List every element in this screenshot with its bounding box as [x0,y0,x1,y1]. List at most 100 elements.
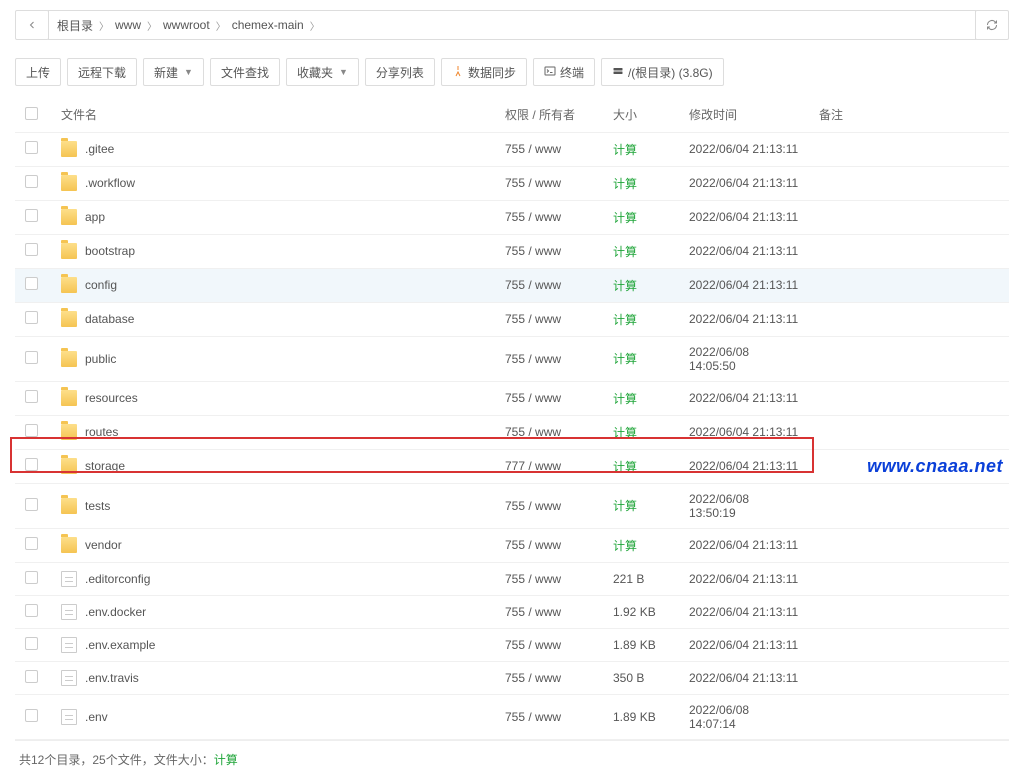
file-name[interactable]: .editorconfig [85,572,150,586]
remote-download-button[interactable]: 远程下载 [67,58,137,86]
size-calc-link[interactable]: 计算 [613,279,637,293]
col-perm[interactable]: 权限 / 所有者 [495,98,603,132]
note-cell[interactable] [809,528,1009,562]
row-checkbox[interactable] [25,209,38,222]
file-name[interactable]: .env.docker [85,605,146,619]
row-checkbox[interactable] [25,670,38,683]
row-checkbox[interactable] [25,604,38,617]
size-calc-link[interactable]: 计算 [613,211,637,225]
terminal-button[interactable]: 终端 [533,58,595,86]
perm-cell[interactable]: 755 / www [495,694,603,739]
row-checkbox[interactable] [25,243,38,256]
perm-cell[interactable]: 755 / www [495,336,603,381]
size-calc-link[interactable]: 计算 [613,313,637,327]
file-search-button[interactable]: 文件查找 [210,58,280,86]
file-name[interactable]: database [85,312,134,326]
breadcrumb-item[interactable]: 根目录 [57,17,93,34]
size-calc-link[interactable]: 计算 [613,352,637,366]
perm-cell[interactable]: 755 / www [495,200,603,234]
perm-cell[interactable]: 755 / www [495,661,603,694]
file-name[interactable]: routes [85,425,118,439]
perm-cell[interactable]: 755 / www [495,234,603,268]
note-cell[interactable] [809,166,1009,200]
file-name[interactable]: .env [85,710,108,724]
note-cell[interactable] [809,694,1009,739]
perm-cell[interactable]: 777 / www [495,449,603,483]
note-cell[interactable] [809,381,1009,415]
perm-cell[interactable]: 755 / www [495,595,603,628]
col-mtime[interactable]: 修改时间 [679,98,809,132]
table-row[interactable]: app755 / www计算2022/06/04 21:13:11 [15,200,1009,234]
row-checkbox[interactable] [25,141,38,154]
perm-cell[interactable]: 755 / www [495,381,603,415]
file-name[interactable]: config [85,278,117,292]
table-row[interactable]: resources755 / www计算2022/06/04 21:13:11 [15,381,1009,415]
col-name[interactable]: 文件名 [51,98,495,132]
breadcrumb-item[interactable]: wwwroot [163,18,210,32]
footer-calc-link[interactable]: 计算 [214,753,238,767]
table-row[interactable]: public755 / www计算2022/06/08 14:05:50 [15,336,1009,381]
file-name[interactable]: resources [85,391,138,405]
table-row[interactable]: .env.travis755 / www350 B2022/06/04 21:1… [15,661,1009,694]
new-button[interactable]: 新建▼ [143,58,204,86]
file-name[interactable]: .env.travis [85,671,139,685]
breadcrumb-path[interactable]: 根目录〉www〉wwwroot〉chemex-main〉 [48,10,976,40]
upload-button[interactable]: 上传 [15,58,61,86]
note-cell[interactable] [809,234,1009,268]
row-checkbox[interactable] [25,424,38,437]
row-checkbox[interactable] [25,498,38,511]
note-cell[interactable] [809,661,1009,694]
note-cell[interactable] [809,415,1009,449]
table-row[interactable]: .env755 / www1.89 KB2022/06/08 14:07:14 [15,694,1009,739]
col-note[interactable]: 备注 [809,98,1009,132]
size-calc-link[interactable]: 计算 [613,143,637,157]
disk-button[interactable]: /(根目录) (3.8G) [601,58,724,86]
row-checkbox[interactable] [25,458,38,471]
table-row[interactable]: vendor755 / www计算2022/06/04 21:13:11 [15,528,1009,562]
size-calc-link[interactable]: 计算 [613,392,637,406]
breadcrumb-item[interactable]: www [115,18,141,32]
perm-cell[interactable]: 755 / www [495,562,603,595]
perm-cell[interactable]: 755 / www [495,268,603,302]
file-name[interactable]: bootstrap [85,244,135,258]
note-cell[interactable] [809,302,1009,336]
breadcrumb-item[interactable]: chemex-main [232,18,304,32]
note-cell[interactable] [809,562,1009,595]
size-calc-link[interactable]: 计算 [613,499,637,513]
table-row[interactable]: .env.example755 / www1.89 KB2022/06/04 2… [15,628,1009,661]
perm-cell[interactable]: 755 / www [495,132,603,166]
row-checkbox[interactable] [25,709,38,722]
table-row[interactable]: database755 / www计算2022/06/04 21:13:11 [15,302,1009,336]
table-row[interactable]: config755 / www计算2022/06/04 21:13:11 [15,268,1009,302]
col-size[interactable]: 大小 [603,98,679,132]
file-name[interactable]: public [85,352,116,366]
select-all-checkbox[interactable] [25,107,38,120]
note-cell[interactable] [809,483,1009,528]
perm-cell[interactable]: 755 / www [495,628,603,661]
refresh-button[interactable] [975,10,1009,40]
size-calc-link[interactable]: 计算 [613,177,637,191]
row-checkbox[interactable] [25,175,38,188]
data-sync-button[interactable]: 数据同步 [441,58,527,86]
share-list-button[interactable]: 分享列表 [365,58,435,86]
note-cell[interactable] [809,628,1009,661]
size-calc-link[interactable]: 计算 [613,426,637,440]
table-row[interactable]: .workflow755 / www计算2022/06/04 21:13:11 [15,166,1009,200]
table-row[interactable]: bootstrap755 / www计算2022/06/04 21:13:11 [15,234,1009,268]
row-checkbox[interactable] [25,537,38,550]
table-row[interactable]: storage777 / www计算2022/06/04 21:13:11 [15,449,1009,483]
perm-cell[interactable]: 755 / www [495,483,603,528]
row-checkbox[interactable] [25,351,38,364]
row-checkbox[interactable] [25,637,38,650]
perm-cell[interactable]: 755 / www [495,528,603,562]
file-name[interactable]: tests [85,499,110,513]
file-name[interactable]: .gitee [85,142,114,156]
perm-cell[interactable]: 755 / www [495,166,603,200]
table-row[interactable]: .editorconfig755 / www221 B2022/06/04 21… [15,562,1009,595]
note-cell[interactable] [809,595,1009,628]
note-cell[interactable] [809,336,1009,381]
row-checkbox[interactable] [25,277,38,290]
table-row[interactable]: routes755 / www计算2022/06/04 21:13:11 [15,415,1009,449]
table-row[interactable]: .gitee755 / www计算2022/06/04 21:13:11 [15,132,1009,166]
file-name[interactable]: .env.example [85,638,155,652]
